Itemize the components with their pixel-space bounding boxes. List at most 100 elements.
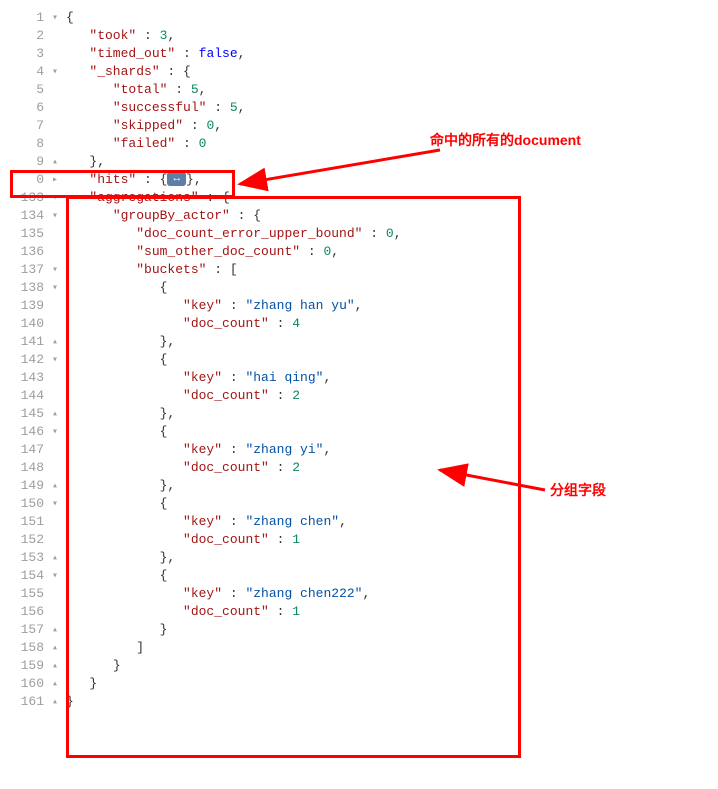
line-number[interactable]: 134▾: [0, 208, 48, 223]
code-line: 155 "key" : "zhang chen222",: [0, 584, 718, 602]
line-number[interactable]: 148: [0, 460, 48, 475]
line-number[interactable]: 0▸: [0, 172, 48, 187]
line-number[interactable]: 155: [0, 586, 48, 601]
code-line: 151 "key" : "zhang chen",: [0, 512, 718, 530]
code-line: 6 "successful" : 5,: [0, 98, 718, 116]
code-line: 0▸ "hits" : {↔},: [0, 170, 718, 188]
token: ,: [199, 82, 207, 97]
token: false: [199, 46, 238, 61]
code-content: "key" : "zhang yi",: [48, 442, 331, 457]
line-number[interactable]: 3: [0, 46, 48, 61]
line-number[interactable]: 140: [0, 316, 48, 331]
line-number[interactable]: 146▾: [0, 424, 48, 439]
token: 1: [292, 604, 300, 619]
line-number[interactable]: 2: [0, 28, 48, 43]
code-content: "took" : 3,: [48, 28, 175, 43]
code-line: 152 "doc_count" : 1: [0, 530, 718, 548]
code-content: },: [48, 334, 175, 349]
line-number[interactable]: 5: [0, 82, 48, 97]
code-content: "buckets" : [: [48, 262, 238, 277]
token: }: [89, 676, 97, 691]
token: 4: [292, 316, 300, 331]
token: ,: [394, 226, 402, 241]
line-number[interactable]: 154▾: [0, 568, 48, 583]
code-content: {: [48, 568, 167, 583]
token: "failed": [113, 136, 175, 151]
code-line: 157▴ }: [0, 620, 718, 638]
token: "buckets": [136, 262, 206, 277]
line-number[interactable]: 160▴: [0, 676, 48, 691]
line-number[interactable]: 143: [0, 370, 48, 385]
token: :: [222, 298, 245, 313]
token: 2: [292, 388, 300, 403]
code-line: 3 "timed_out" : false,: [0, 44, 718, 62]
line-number[interactable]: 156: [0, 604, 48, 619]
line-number[interactable]: 149▴: [0, 478, 48, 493]
code-content: {: [48, 10, 74, 25]
code-content: "key" : "hai qing",: [48, 370, 331, 385]
token: {: [66, 10, 74, 25]
line-number[interactable]: 142▾: [0, 352, 48, 367]
code-line: 7 "skipped" : 0,: [0, 116, 718, 134]
token: :: [167, 82, 190, 97]
token: }: [160, 622, 168, 637]
collapsed-region-badge[interactable]: ↔: [167, 172, 186, 186]
token: "zhang yi": [245, 442, 323, 457]
token: }: [66, 694, 74, 709]
token: ,: [331, 244, 339, 259]
line-number[interactable]: 152: [0, 532, 48, 547]
line-number[interactable]: 147: [0, 442, 48, 457]
line-number[interactable]: 136: [0, 244, 48, 259]
line-number[interactable]: 4▾: [0, 64, 48, 79]
annotation-hits-label: 命中的所有的document: [430, 130, 581, 150]
token: :: [183, 118, 206, 133]
token: "doc_count_error_upper_bound": [136, 226, 362, 241]
code-content: }: [48, 676, 97, 691]
line-number[interactable]: 144: [0, 388, 48, 403]
code-line: 138▾ {: [0, 278, 718, 296]
line-number[interactable]: 157▴: [0, 622, 48, 637]
line-number[interactable]: 153▴: [0, 550, 48, 565]
token: :: [136, 28, 159, 43]
code-content: },: [48, 478, 175, 493]
line-number[interactable]: 141▴: [0, 334, 48, 349]
code-line: 153▴ },: [0, 548, 718, 566]
token: :: [269, 532, 292, 547]
line-number[interactable]: 161▴: [0, 694, 48, 709]
line-number[interactable]: 145▴: [0, 406, 48, 421]
token: "hits": [89, 172, 136, 187]
line-number[interactable]: 6: [0, 100, 48, 115]
token: :: [300, 244, 323, 259]
token: :: [206, 100, 229, 115]
code-content: "hits" : {↔},: [48, 172, 202, 187]
code-line: 135 "doc_count_error_upper_bound" : 0,: [0, 224, 718, 242]
token: : {: [230, 208, 261, 223]
line-number[interactable]: 138▾: [0, 280, 48, 295]
token: {: [160, 280, 168, 295]
line-number[interactable]: 135: [0, 226, 48, 241]
line-number[interactable]: 1▾: [0, 10, 48, 25]
line-number[interactable]: 8: [0, 136, 48, 151]
code-content: },: [48, 154, 105, 169]
code-content: "doc_count_error_upper_bound" : 0,: [48, 226, 402, 241]
token: "doc_count": [183, 604, 269, 619]
line-number[interactable]: 158▴: [0, 640, 48, 655]
line-number[interactable]: 9▴: [0, 154, 48, 169]
token: },: [160, 550, 176, 565]
line-number[interactable]: 137▾: [0, 262, 48, 277]
code-line: 133▾ "aggregations" : {: [0, 188, 718, 206]
json-editor: 1▾ {2 "took" : 3,3 "timed_out" : false, 4▾…: [0, 0, 718, 789]
line-number[interactable]: 150▾: [0, 496, 48, 511]
code-line: 159▴ }: [0, 656, 718, 674]
token: 5: [191, 82, 199, 97]
token: :: [362, 226, 385, 241]
code-line: 160▴ }: [0, 674, 718, 692]
token: },: [186, 172, 202, 187]
line-number[interactable]: 133▾: [0, 190, 48, 205]
line-number[interactable]: 139: [0, 298, 48, 313]
line-number[interactable]: 7: [0, 118, 48, 133]
line-number[interactable]: 151: [0, 514, 48, 529]
line-number[interactable]: 159▴: [0, 658, 48, 673]
code-line: 149▴ },: [0, 476, 718, 494]
code-line: 143 "key" : "hai qing",: [0, 368, 718, 386]
